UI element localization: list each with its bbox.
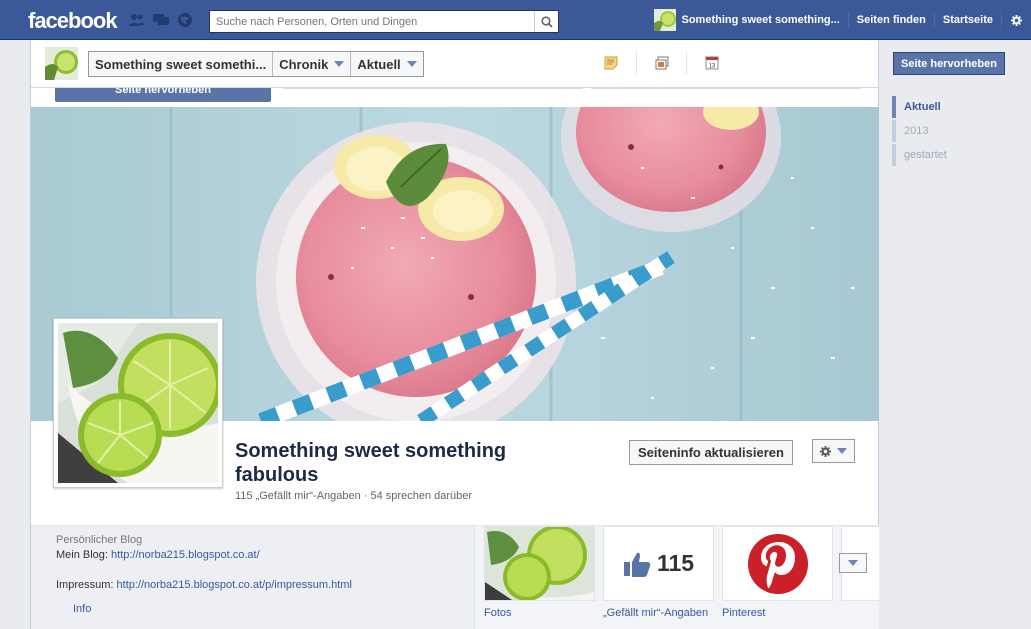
- pinterest-icon: [748, 534, 808, 594]
- right-rail: Seite hervorheben Aktuell 2013 gestartet: [880, 40, 1031, 629]
- impressum-row: Impressum: http://norba215.blogspot.co.a…: [56, 579, 352, 591]
- app-pinterest[interactable]: [722, 526, 833, 601]
- blog-row: Mein Blog: http://norba215.blogspot.co.a…: [56, 549, 260, 561]
- search-input[interactable]: [210, 11, 535, 32]
- breadcrumb-page[interactable]: Something sweet somethi...: [89, 52, 274, 76]
- app-photos[interactable]: [484, 526, 595, 601]
- page-category: Persönlicher Blog: [56, 534, 143, 546]
- app-likes[interactable]: 115: [603, 526, 714, 601]
- notifications-globe-icon[interactable]: [176, 12, 194, 28]
- search-box: [209, 10, 559, 33]
- promote-page-button[interactable]: Seite hervorheben: [893, 52, 1005, 75]
- note-icon[interactable]: [586, 52, 636, 74]
- facebook-logo[interactable]: facebook: [28, 8, 118, 34]
- info-link[interactable]: Info: [73, 603, 91, 615]
- about-section: Persönlicher Blog Mein Blog: http://norb…: [31, 526, 475, 629]
- likes-count: 115: [656, 550, 695, 576]
- timeline-item-started[interactable]: gestartet: [892, 144, 947, 166]
- impressum-link[interactable]: http://norba215.blogspot.co.at/p/impress…: [117, 579, 352, 591]
- page-avatar-icon[interactable]: [653, 9, 676, 31]
- messages-icon[interactable]: [152, 12, 170, 28]
- more-apps-button[interactable]: [839, 553, 867, 573]
- svg-text:13: 13: [708, 64, 715, 70]
- event-calendar-icon[interactable]: 13: [686, 52, 736, 74]
- top-bar: facebook Something sweet something... Se…: [0, 0, 1031, 40]
- search-icon: [540, 15, 553, 28]
- friend-requests-icon[interactable]: [128, 12, 146, 28]
- profile-image: [58, 323, 218, 483]
- top-right-nav: Something sweet something... Seiten find…: [653, 0, 1031, 40]
- main-column: Seite hervorheben Something sweet someth…: [30, 40, 879, 629]
- page-thumbnail[interactable]: [45, 47, 78, 80]
- page-title: Something sweet something fabulous: [235, 440, 507, 486]
- page-subnav: Something sweet somethi... Chronik Aktue…: [31, 40, 878, 88]
- page-stats: 115 „Gefällt mir“-Angaben · 54 sprechen …: [235, 490, 473, 502]
- settings-gear-icon[interactable]: [1001, 10, 1031, 30]
- caret-down-icon: [334, 61, 345, 67]
- home-link[interactable]: Startseite: [935, 12, 1001, 28]
- page-settings-button[interactable]: [812, 439, 855, 463]
- breadcrumb-timeline[interactable]: Chronik: [273, 52, 352, 76]
- info-bar: Persönlicher Blog Mein Blog: http://norb…: [31, 525, 879, 629]
- divider: [591, 88, 861, 92]
- caret-down-icon: [406, 61, 417, 67]
- app-likes-label[interactable]: „Gefällt mir“-Angaben: [603, 607, 708, 619]
- photo-icon[interactable]: [636, 52, 686, 74]
- breadcrumb-recent[interactable]: Aktuell: [351, 52, 422, 76]
- photos-thumbnail: [485, 527, 594, 600]
- divider: [283, 88, 583, 92]
- search-button[interactable]: [534, 11, 558, 32]
- app-pinterest-label[interactable]: Pinterest: [722, 607, 765, 619]
- gear-icon: [820, 445, 831, 457]
- jewel-icons: [128, 12, 194, 28]
- update-page-info-button[interactable]: Seiteninfo aktualisieren: [629, 440, 793, 465]
- caret-down-icon: [837, 448, 847, 454]
- thumbs-up-icon: [623, 552, 651, 577]
- timeline-item-2013[interactable]: 2013: [892, 120, 947, 142]
- blog-link[interactable]: http://norba215.blogspot.co.at/: [111, 549, 260, 561]
- profile-picture[interactable]: [53, 318, 223, 488]
- app-photos-label[interactable]: Fotos: [484, 607, 512, 619]
- timeline-nav: Aktuell 2013 gestartet: [892, 96, 947, 168]
- find-pages-link[interactable]: Seiten finden: [849, 12, 935, 28]
- timeline-item-recent[interactable]: Aktuell: [892, 96, 947, 118]
- caret-down-icon: [848, 560, 858, 566]
- breadcrumb: Something sweet somethi... Chronik Aktue…: [88, 51, 424, 77]
- composer-icons: 13: [586, 52, 736, 74]
- page-name-link[interactable]: Something sweet something...: [682, 12, 849, 28]
- ghost-promote-button: Seite hervorheben: [55, 88, 271, 102]
